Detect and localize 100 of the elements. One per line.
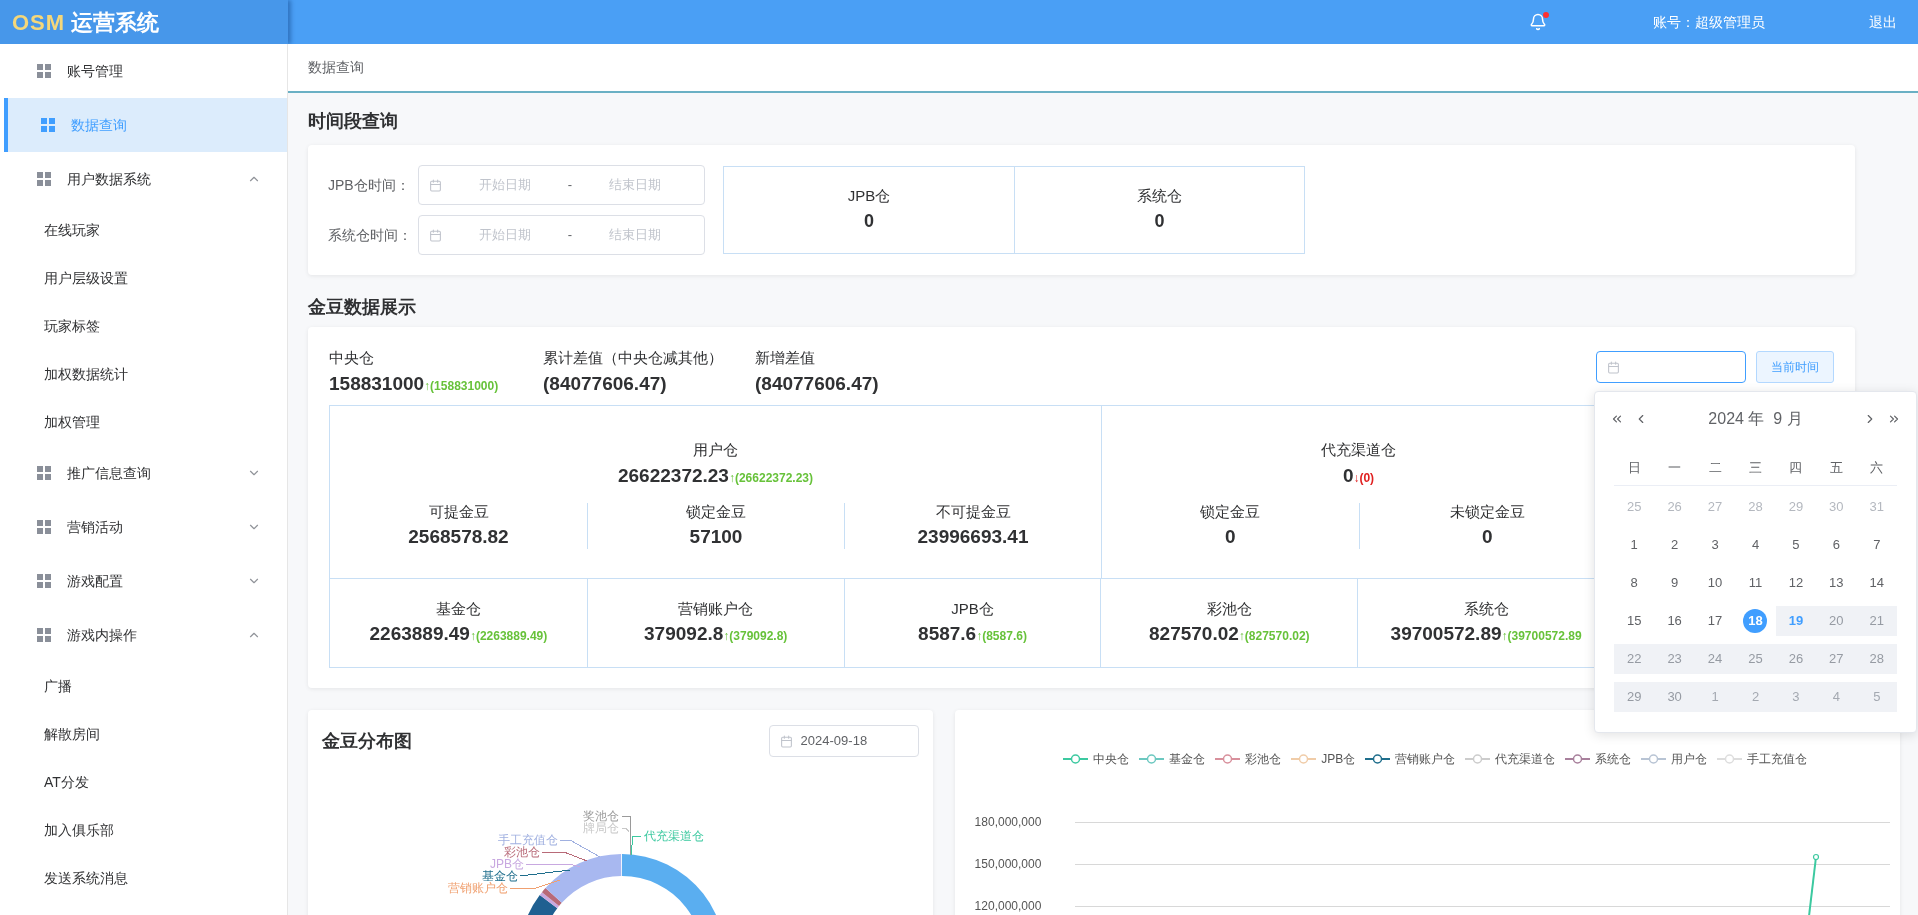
metric-label: 锁定金豆	[686, 501, 746, 522]
calendar-day[interactable]: 8	[1630, 573, 1638, 593]
metric-value: 57100	[689, 525, 743, 549]
double-chevron-right-icon[interactable]	[1887, 412, 1901, 426]
metric-value: 2568578.82	[408, 525, 509, 549]
legend-item[interactable]: JPB仓	[1291, 750, 1356, 768]
date-field[interactable]	[1596, 351, 1746, 383]
calendar-day[interactable]: 4	[1751, 535, 1760, 555]
metric-label: JPB仓	[951, 598, 994, 619]
metric-value: 0	[1224, 525, 1236, 549]
calendar-day[interactable]: 17	[1707, 611, 1723, 631]
legend-item[interactable]: 用户仓	[1641, 750, 1708, 768]
chart-label: 手工充值仓	[498, 833, 558, 847]
submenu-item[interactable]: 加权管理	[4, 398, 287, 446]
metric-value: 827570.02	[1149, 622, 1239, 646]
chart-label: 奖池仓	[583, 809, 619, 823]
calendar-day[interactable]: 2	[1671, 535, 1679, 555]
change-amount: ↑(158831000)	[424, 378, 499, 395]
calendar-day[interactable]: 11	[1748, 573, 1763, 593]
calendar-day[interactable]: 5	[1792, 535, 1800, 555]
calendar-day[interactable]: 3	[1711, 535, 1719, 555]
breadcrumb: 数据查询	[308, 58, 364, 77]
change-amount: ↑(379092.8)	[723, 629, 788, 645]
chart-label: JPB仓	[490, 857, 524, 871]
date-field[interactable]: 2024-09-18	[768, 725, 919, 757]
calendar-icon	[779, 734, 793, 748]
stat-value: 0	[1154, 209, 1165, 233]
legend-item[interactable]: 中央仓	[1063, 750, 1130, 768]
calendar-icon	[429, 228, 442, 242]
grid-icon	[37, 520, 51, 534]
menu-item[interactable]: 推广信息查询	[4, 446, 287, 500]
submenu-item[interactable]: AT分发	[4, 758, 287, 806]
weekday-label: 六	[1870, 458, 1884, 477]
axis-label: 120,000,000	[974, 898, 1043, 915]
axis-label: 180,000,000	[974, 814, 1043, 831]
metric-label: 彩池仓	[1206, 598, 1252, 619]
calendar-day[interactable]: 7	[1873, 535, 1881, 555]
change-amount: ↑(827570.02)	[1238, 628, 1310, 645]
group-value: 26622372.23	[618, 463, 729, 488]
legend-item[interactable]: 彩池仓	[1215, 750, 1282, 768]
submenu-item[interactable]: 在线玩家	[4, 206, 287, 254]
calendar-day[interactable]: 15	[1626, 611, 1642, 631]
metric-label: 未锁定金豆	[1449, 501, 1525, 522]
calendar-day[interactable]: 13	[1829, 573, 1844, 593]
metric-value: 8587.6	[918, 622, 977, 646]
submenu-item[interactable]: 加权数据统计	[4, 350, 287, 398]
metric-label: 锁定金豆	[1200, 501, 1261, 522]
submenu-item[interactable]: 玩家标签	[4, 302, 287, 350]
group-value: 0	[1342, 463, 1354, 488]
menu-item[interactable]: 营销活动	[4, 500, 287, 554]
date-range-field[interactable]: 开始日期 - 结束日期	[418, 165, 705, 205]
group-label: 用户仓	[693, 440, 738, 460]
grid-icon	[37, 466, 51, 480]
grid-icon	[41, 118, 55, 132]
metric-label: 可提金豆	[428, 501, 489, 522]
metric-label: 营销账户仓	[678, 598, 754, 619]
metric-label: 基金仓	[435, 598, 481, 619]
submenu-item[interactable]: 解散房间	[4, 710, 287, 758]
group-label: 代充渠道仓	[1321, 440, 1396, 460]
calendar-day[interactable]: 6	[1832, 535, 1840, 555]
menu-item[interactable]: 游戏配置	[4, 554, 287, 608]
submenu-item[interactable]: 用户层级设置	[4, 254, 287, 302]
calendar-day[interactable]: 14	[1869, 573, 1884, 593]
calendar-icon	[429, 178, 442, 192]
calendar-day[interactable]: 12	[1788, 573, 1804, 593]
stat-label: JPB仓	[847, 186, 891, 207]
menu-item[interactable]: 账号管理	[4, 44, 287, 98]
weekday-label: 二	[1708, 458, 1722, 477]
menu-item[interactable]: 游戏内操作	[4, 608, 287, 662]
chart-title: 金豆分布图	[322, 729, 412, 753]
submenu-item[interactable]: 发送系统消息	[4, 854, 287, 902]
legend-item[interactable]: 代充渠道仓	[1465, 750, 1556, 768]
field-label: JPB仓时间：	[327, 175, 411, 195]
legend-item[interactable]: 手工充值仓	[1717, 750, 1808, 768]
legend-item[interactable]: 营销账户仓	[1365, 750, 1456, 768]
menu-item[interactable]: 用户数据系统	[4, 152, 287, 206]
metric-label: 系统仓	[1463, 598, 1509, 619]
section-title: 金豆数据展示	[308, 296, 416, 319]
submenu-item[interactable]: 广播	[4, 662, 287, 710]
weekday-label: 五	[1829, 458, 1843, 477]
double-chevron-left-icon[interactable]	[1610, 412, 1624, 426]
calendar-day[interactable]: 9	[1671, 573, 1679, 593]
date-range-field[interactable]: 开始日期 - 结束日期	[418, 215, 705, 255]
legend-item[interactable]: 系统仓	[1565, 750, 1632, 768]
stat-label: 系统仓	[1137, 186, 1182, 207]
logo: OSM 运营系统	[0, 0, 288, 44]
metric-value: 0	[1481, 525, 1493, 549]
change-amount: ↑(8587.6)	[976, 629, 1027, 645]
summary-value: (84077606.47)	[543, 371, 667, 396]
metric-value: 23996693.41	[917, 525, 1029, 549]
weekday-label: 日	[1627, 458, 1641, 477]
calendar-day[interactable]: 1	[1630, 535, 1638, 555]
summary-value: 158831000	[329, 371, 425, 396]
legend-item[interactable]: 基金仓	[1139, 750, 1206, 768]
submenu-item[interactable]: 加入俱乐部	[4, 806, 287, 854]
stat-value: 0	[864, 209, 874, 233]
change-amount: ↑(39700572.89	[1501, 628, 1582, 645]
calendar-day[interactable]: 16	[1667, 611, 1682, 631]
calendar-day[interactable]: 10	[1707, 573, 1723, 593]
notification-button[interactable]	[1529, 13, 1547, 31]
